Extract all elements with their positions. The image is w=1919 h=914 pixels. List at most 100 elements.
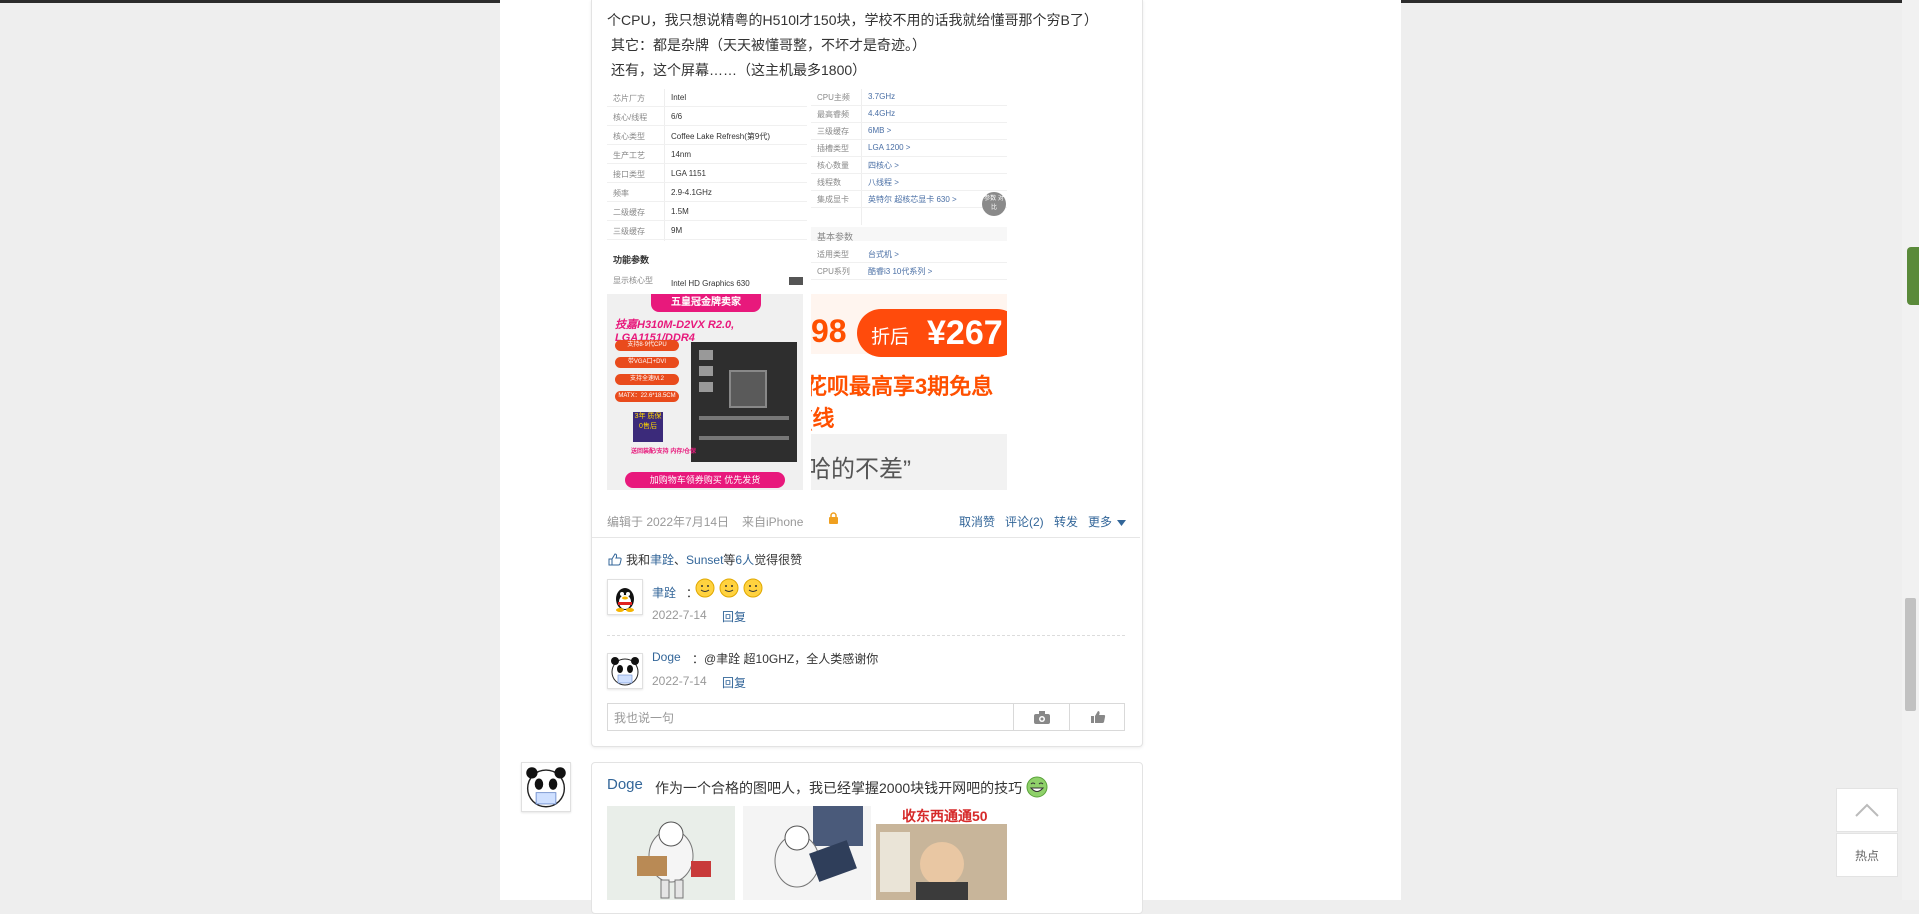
spec-value: 八线程 > xyxy=(868,178,899,187)
comment-input[interactable] xyxy=(608,704,1021,732)
hot-topics-button[interactable]: 热点 xyxy=(1836,833,1898,877)
feedback-side-tab[interactable] xyxy=(1907,247,1919,305)
price-ad-image[interactable]: 98 折后 ¥267 花呗最高享3期免息(线 哈的不差” xyxy=(811,294,1007,490)
likes-mid: 等 xyxy=(723,553,736,567)
forward-button[interactable]: 转发 xyxy=(1054,513,1078,530)
scrollbar-thumb[interactable] xyxy=(1905,598,1916,711)
like-user-link[interactable]: Sunset xyxy=(686,553,723,567)
post-image-thumb[interactable]: 收东西通通50 xyxy=(876,806,1007,900)
spec-key: 芯片厂方 xyxy=(613,94,645,103)
spec-section-title: 基本参数 xyxy=(817,232,854,242)
comments-button[interactable]: 评论(2) xyxy=(1005,513,1044,530)
camera-icon xyxy=(1033,710,1050,724)
spec-row: 集成显卡 英特尔 超核芯显卡 630 > xyxy=(811,188,1007,208)
spec-value: 6MB > xyxy=(868,126,892,135)
spec-key: 集成显卡 xyxy=(817,195,849,204)
chevron-up-icon xyxy=(1855,803,1879,817)
spec-row: 核心/线程 6/6 xyxy=(607,106,807,126)
laugh-emoji-icon xyxy=(1026,776,1048,798)
avatar[interactable] xyxy=(607,653,643,689)
likes-prefix: 我和 xyxy=(626,553,651,567)
spec-value: 台式机 > xyxy=(868,250,899,259)
thumbs-up-icon xyxy=(608,553,622,566)
ad-chip: 支持全速M.2 xyxy=(615,374,679,385)
reply-button[interactable]: 回复 xyxy=(722,674,746,691)
more-menu-button[interactable]: 更多 xyxy=(1088,513,1127,530)
post-text-line-2: 其它：都是杂牌（天天被懂哥整，不坏才是奇迹。） xyxy=(611,37,926,53)
spec-value: Intel HD Graphics 630 xyxy=(671,279,750,287)
ad-chip: 支持8·9代CPU xyxy=(615,340,679,351)
cpu-spec-image-right[interactable]: CPU主频 3.7GHz 最高睿频 4.4GHz 三级缓存 6MB > 插槽类型 LGA 12… xyxy=(811,89,1007,287)
comment-author[interactable]: Doge xyxy=(652,650,681,664)
post-image-thumb[interactable] xyxy=(743,806,871,900)
likes-suffix: 觉得很赞 xyxy=(754,553,803,567)
spec-value: 酷睿i3 10代系列 > xyxy=(868,267,933,276)
likes-count-link[interactable]: 6人 xyxy=(735,553,754,567)
spec-key: 插槽类型 xyxy=(817,144,849,153)
back-to-top-button[interactable] xyxy=(1836,788,1898,832)
spec-key: 三级缓存 xyxy=(613,227,645,236)
comment-box xyxy=(607,703,1125,732)
like-user-link[interactable]: 聿跧 xyxy=(650,553,674,567)
card-divider xyxy=(592,537,1140,538)
cpu-socket-shape xyxy=(729,370,767,408)
source-device: 来自iPhone xyxy=(742,515,804,529)
cpu-spec-image-left[interactable]: 芯片厂方 Intel 核心/线程 6/6 核心类型 Coffee Lake Refresh… xyxy=(607,89,807,287)
motherboard-ad-image[interactable]: 五皇冠金牌卖家 技嘉H310M-D2VX R2.0, LGA1151/DDR4 … xyxy=(607,294,803,490)
smile-emoji-icon xyxy=(695,578,763,598)
scrollbar-track[interactable] xyxy=(1902,0,1919,900)
spec-key: 线程数 xyxy=(817,178,841,187)
io-port-shape xyxy=(699,382,713,392)
spec-key: 核心数量 xyxy=(817,161,849,170)
spec-value: 3.7GHz xyxy=(868,92,896,101)
comment-date: 2022-7-14 xyxy=(652,608,707,622)
ad-chip: MATX：22.6*18.5CM xyxy=(615,391,679,402)
spec-value: LGA 1151 xyxy=(671,169,706,178)
hot-topics-label: 热点 xyxy=(1854,848,1879,863)
spec-key: 三级缓存 xyxy=(817,127,849,136)
spec-row: 三级缓存 9M xyxy=(607,220,807,240)
spec-key: CPU系列 xyxy=(817,267,850,276)
spec-row: 频率 2.9-4.1GHz xyxy=(607,182,807,202)
motherboard-picture xyxy=(691,342,797,462)
spec-section-title: 功能参数 xyxy=(613,255,650,265)
io-port-shape xyxy=(699,366,713,376)
discount-price: ¥267 xyxy=(927,314,1003,352)
io-port-shape xyxy=(699,350,713,360)
comment-text: ：@聿跧 超10GHZ，全人类感谢你 xyxy=(692,652,879,666)
discount-pill: 折后 ¥267 xyxy=(857,309,1007,357)
spec-key: 核心/线程 xyxy=(613,113,648,122)
thumbs-up-icon xyxy=(1090,711,1105,723)
ad-bottom-bar: 加购物车领券购买 优先发货 xyxy=(625,472,785,488)
post-author[interactable]: Doge xyxy=(607,776,643,793)
more-label: 更多 xyxy=(1088,515,1113,529)
warranty-badge: 3年 质保 0售后 xyxy=(633,412,663,442)
spec-key: 适用类型 xyxy=(817,250,849,259)
spec-key: 核心类型 xyxy=(613,132,645,141)
ad-red-text: 送回装配/支持 内存/仓保 xyxy=(631,449,697,455)
compare-float-icon[interactable]: 参数 对比 xyxy=(982,192,1006,216)
qq-penguin-icon xyxy=(616,588,634,612)
spec-value: Intel xyxy=(671,93,687,102)
spec-row: 显示核心型 Intel HD Graphics 630 xyxy=(607,269,807,287)
ad-banner: 五皇冠金牌卖家 xyxy=(651,294,761,312)
spec-row: 核心类型 Coffee Lake Refresh(第9代) xyxy=(607,125,807,145)
reply-button[interactable]: 回复 xyxy=(722,608,746,625)
unlike-button[interactable]: 取消赞 xyxy=(959,513,995,530)
post-text-content: 作为一个合格的图吧人，我已经掌握2000块钱开网吧的技巧 xyxy=(655,780,1023,796)
emoji-group xyxy=(695,578,765,603)
price-partial: 98 xyxy=(811,313,847,349)
likes-sep: 、 xyxy=(674,553,687,567)
lock-icon[interactable] xyxy=(828,512,839,524)
spec-key: 显示核心型 xyxy=(613,276,653,285)
avatar[interactable] xyxy=(607,579,643,615)
avatar[interactable] xyxy=(521,762,571,812)
post-image-thumb[interactable] xyxy=(607,806,735,900)
spec-value: 14nm xyxy=(671,150,692,159)
spec-row: 芯片厂方 Intel xyxy=(607,89,807,107)
photo-button[interactable] xyxy=(1013,704,1069,730)
ad-chip: 带VGA口+DVI xyxy=(615,357,679,368)
spec-key: 最高睿频 xyxy=(817,110,849,119)
comment-author[interactable]: 聿跧 xyxy=(652,584,676,601)
like-button[interactable] xyxy=(1069,704,1125,730)
